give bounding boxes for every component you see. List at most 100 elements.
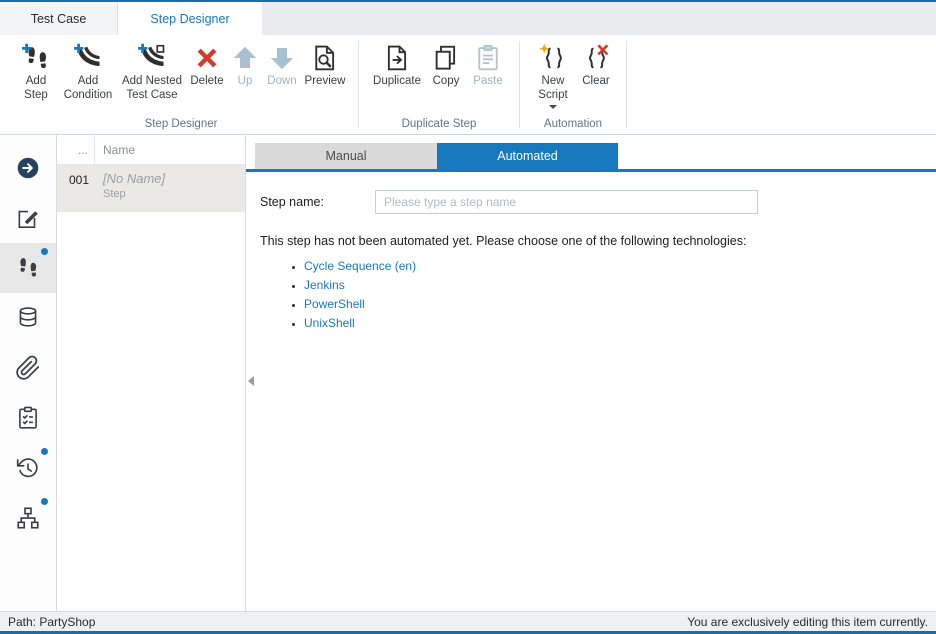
clear-script-button[interactable]: Clear [576,35,616,89]
collapse-panel-arrow-icon[interactable] [248,376,254,386]
copy-documents-icon [431,43,461,73]
tech-link-jenkins[interactable]: Jenkins [304,278,345,292]
add-nested-test-case-button[interactable]: Add Nested Test Case [118,35,186,102]
braces-red-x-icon [581,43,611,73]
tab-step-designer[interactable]: Step Designer [118,2,262,35]
tech-link-unixshell[interactable]: UnixShell [304,316,355,330]
notification-dot [41,448,48,455]
preview-button[interactable]: Preview [302,35,348,89]
status-path-text: Path: PartyShop [8,615,95,629]
ribbon-group-duplicate-step: Duplicate Copy [359,35,519,134]
chevron-down-icon [549,105,557,109]
tab-manual[interactable]: Manual [255,143,437,169]
ramp-plus-icon [73,43,103,73]
arrow-up-icon [230,43,260,73]
tech-link-cycle-sequence[interactable]: Cycle Sequence (en) [304,259,416,273]
navigate-circle-icon [15,155,41,181]
automation-message: This step has not been automated yet. Pl… [260,234,936,248]
ribbon-group-label: Automation [520,118,626,130]
delete-button[interactable]: Delete [186,35,228,89]
step-name-label: Step name: [260,195,375,209]
step-name-row: Step name: [260,190,936,214]
down-button[interactable]: Down [262,35,302,89]
ribbon-button-label: Up [238,75,253,89]
ribbon-button-label: Add Nested Test Case [119,75,185,102]
ribbon-button-label: Delete [190,75,223,89]
sidebar-item-edit[interactable] [0,193,56,243]
column-header-icon[interactable]: ... [57,135,95,164]
sidebar-item-navigate[interactable] [0,143,56,193]
column-header-name[interactable]: Name [95,135,245,164]
section-icon-sidebar [0,135,57,611]
edit-form-icon [15,205,41,231]
document-arrow-icon [382,43,412,73]
step-name-input[interactable] [375,190,758,214]
status-editing-text: You are exclusively editing this item cu… [687,615,928,629]
sidebar-item-steps[interactable] [0,243,56,293]
braces-sparkle-icon [538,43,568,73]
new-script-button[interactable]: New Script [530,35,576,109]
step-type-text: Step [103,188,245,200]
sidebar-item-test-data[interactable] [0,293,56,343]
copy-button[interactable]: Copy [425,35,467,89]
paste-button[interactable]: Paste [467,35,509,89]
arrow-down-icon [267,43,297,73]
add-condition-button[interactable]: Add Condition [58,35,118,102]
automated-tab-content: Step name: This step has not been automa… [246,172,936,335]
ribbon-group-label: Step Designer [4,118,358,130]
duplicate-button[interactable]: Duplicate [369,35,425,89]
list-item: UnixShell [304,316,936,330]
step-name-text: [No Name] [103,171,245,186]
step-row[interactable]: 001 [No Name] Step [57,165,245,212]
document-magnifier-icon [310,43,340,73]
document-tab-bar: Test Case Step Designer [0,2,936,35]
paperclip-icon [15,355,41,381]
ribbon-group-step-designer: Add Step Add Condition [4,35,358,134]
app-window: Test Case Step Designer Add Step [0,0,936,634]
tab-test-case[interactable]: Test Case [0,2,118,35]
ribbon-button-label: New Script [533,75,573,102]
sidebar-item-history[interactable] [0,443,56,493]
ribbon-group-automation: New Script Clear Automation [520,35,626,134]
footprints-icon [15,255,41,281]
step-name-cell: [No Name] Step [95,165,245,212]
list-item: Cycle Sequence (en) [304,259,936,273]
ribbon-toolbar: Add Step Add Condition [0,35,936,135]
add-step-button[interactable]: Add Step [14,35,58,102]
ribbon-divider [626,41,627,128]
ribbon-group-label: Duplicate Step [359,118,519,130]
ribbon-button-label: Clear [582,75,609,89]
sidebar-item-attachments[interactable] [0,343,56,393]
ribbon-button-label: Down [267,75,296,89]
sidebar-item-hierarchy[interactable] [0,493,56,543]
step-detail-panel: Manual Automated Step name: This step ha… [246,135,936,611]
step-list-panel: ... Name 001 [No Name] Step [57,135,246,611]
clipboard-check-icon [15,405,41,431]
main-area: ... Name 001 [No Name] Step Manual Autom… [0,135,936,611]
ribbon-button-label: Preview [305,75,346,89]
red-x-icon [192,43,222,73]
technology-list: Cycle Sequence (en) Jenkins PowerShell U… [304,259,936,330]
sidebar-item-checklist[interactable] [0,393,56,443]
tech-link-powershell[interactable]: PowerShell [304,297,365,311]
clipboard-icon [473,43,503,73]
step-list-header: ... Name [57,135,245,165]
mode-tab-strip: Manual Automated [246,143,936,172]
database-icon [15,305,41,331]
ribbon-button-label: Duplicate [373,75,421,89]
up-button[interactable]: Up [228,35,262,89]
ribbon-button-label: Add Step [19,75,53,102]
status-bar: Path: PartyShop You are exclusively edit… [0,611,936,631]
tab-automated[interactable]: Automated [437,143,618,169]
history-icon [15,455,41,481]
step-number: 001 [57,165,95,212]
hierarchy-icon [15,505,41,531]
list-item: Jenkins [304,278,936,292]
ribbon-button-label: Copy [433,75,460,89]
ribbon-button-label: Add Condition [59,75,117,102]
ramp-nested-plus-icon [137,43,167,73]
notification-dot [41,248,48,255]
list-item: PowerShell [304,297,936,311]
ribbon-button-label: Paste [473,75,502,89]
footprints-plus-icon [21,43,51,73]
